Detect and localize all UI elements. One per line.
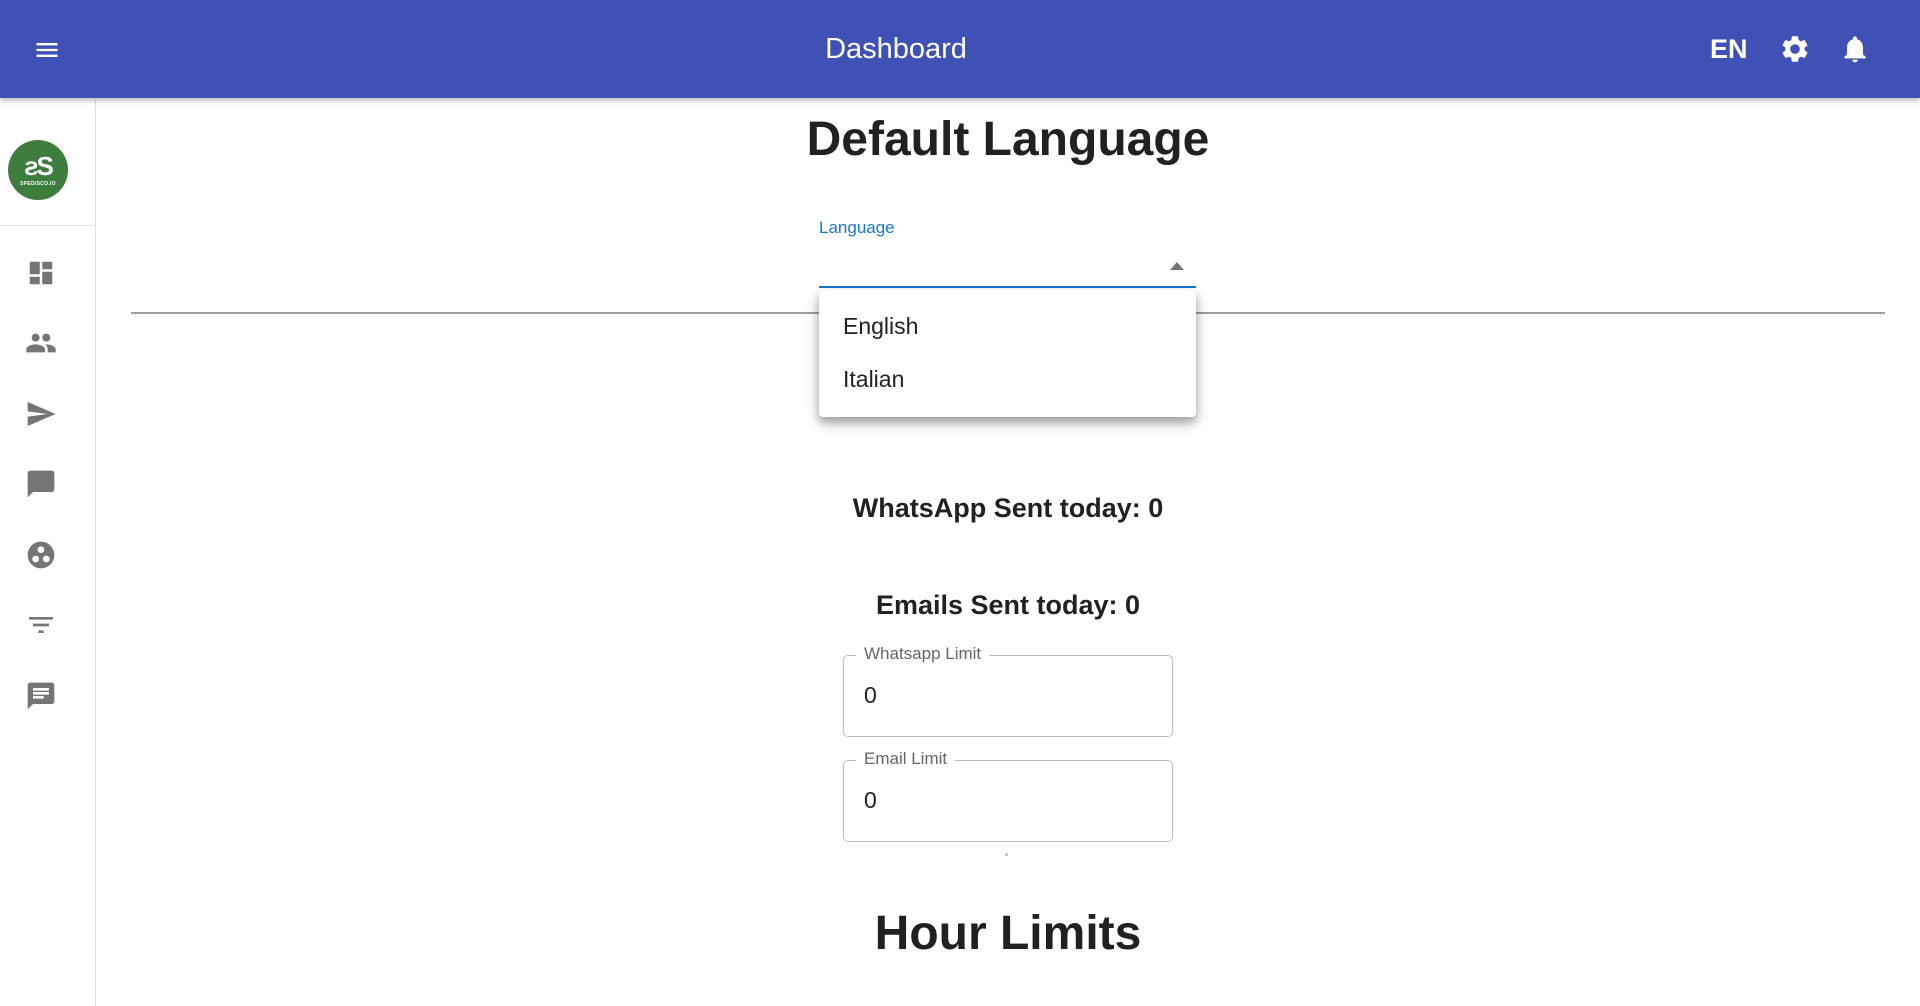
sidebar-divider xyxy=(0,225,95,226)
language-option-italian[interactable]: Italian xyxy=(819,353,1196,406)
sidebar-item-people[interactable] xyxy=(20,322,62,364)
sidebar: ƨS SPEDISCO.IO xyxy=(0,98,96,1006)
whatsapp-limit-input[interactable]: 0 xyxy=(864,682,877,709)
sidebar-item-groups[interactable] xyxy=(20,534,62,576)
email-limit-label: Email Limit xyxy=(856,749,956,769)
logo-mark: ƨS xyxy=(24,151,54,181)
message-icon xyxy=(27,682,55,710)
sidebar-item-send[interactable] xyxy=(20,393,62,435)
settings-icon[interactable] xyxy=(1774,28,1816,70)
whatsapp-sent-today: WhatsApp Sent today: 0 xyxy=(852,493,1164,523)
sidebar-item-filters[interactable] xyxy=(20,604,62,646)
brand-logo[interactable]: ƨS SPEDISCO.IO xyxy=(8,140,68,200)
language-switch[interactable]: EN xyxy=(1710,28,1748,70)
whatsapp-limit-field[interactable]: Whatsapp Limit 0 xyxy=(843,644,1173,737)
language-select[interactable] xyxy=(819,248,1196,288)
logo-text: SPEDISCO.IO xyxy=(20,181,56,187)
whatsapp-limit-label: Whatsapp Limit xyxy=(856,644,990,664)
decorative-dot xyxy=(1005,853,1008,856)
language-select-label: Language xyxy=(819,218,895,237)
main-content: Default Language Language English Italia… xyxy=(96,98,1920,1006)
app-bar: Dashboard EN xyxy=(0,0,1920,98)
email-limit-input[interactable]: 0 xyxy=(864,787,877,814)
hour-limits-heading: Hour Limits xyxy=(874,907,1142,960)
sidebar-item-dashboard[interactable] xyxy=(20,252,62,294)
page-title: Dashboard xyxy=(825,33,967,65)
people-icon xyxy=(26,333,56,353)
default-language-heading: Default Language xyxy=(806,113,1210,166)
notifications-icon[interactable] xyxy=(1834,28,1876,70)
send-icon xyxy=(27,402,56,426)
language-dropdown-menu: English Italian xyxy=(819,290,1196,417)
language-option-english[interactable]: English xyxy=(819,300,1196,353)
workspaces-icon xyxy=(27,541,55,569)
chat-bubble-icon xyxy=(27,470,55,498)
filter-list-icon xyxy=(29,617,53,633)
emails-sent-today: Emails Sent today: 0 xyxy=(875,590,1141,620)
arrow-up-icon[interactable] xyxy=(1170,262,1184,270)
sidebar-item-chat[interactable] xyxy=(20,463,62,505)
sidebar-item-messages[interactable] xyxy=(20,675,62,717)
dashboard-icon xyxy=(29,261,53,285)
email-limit-field[interactable]: Email Limit 0 xyxy=(843,749,1173,842)
